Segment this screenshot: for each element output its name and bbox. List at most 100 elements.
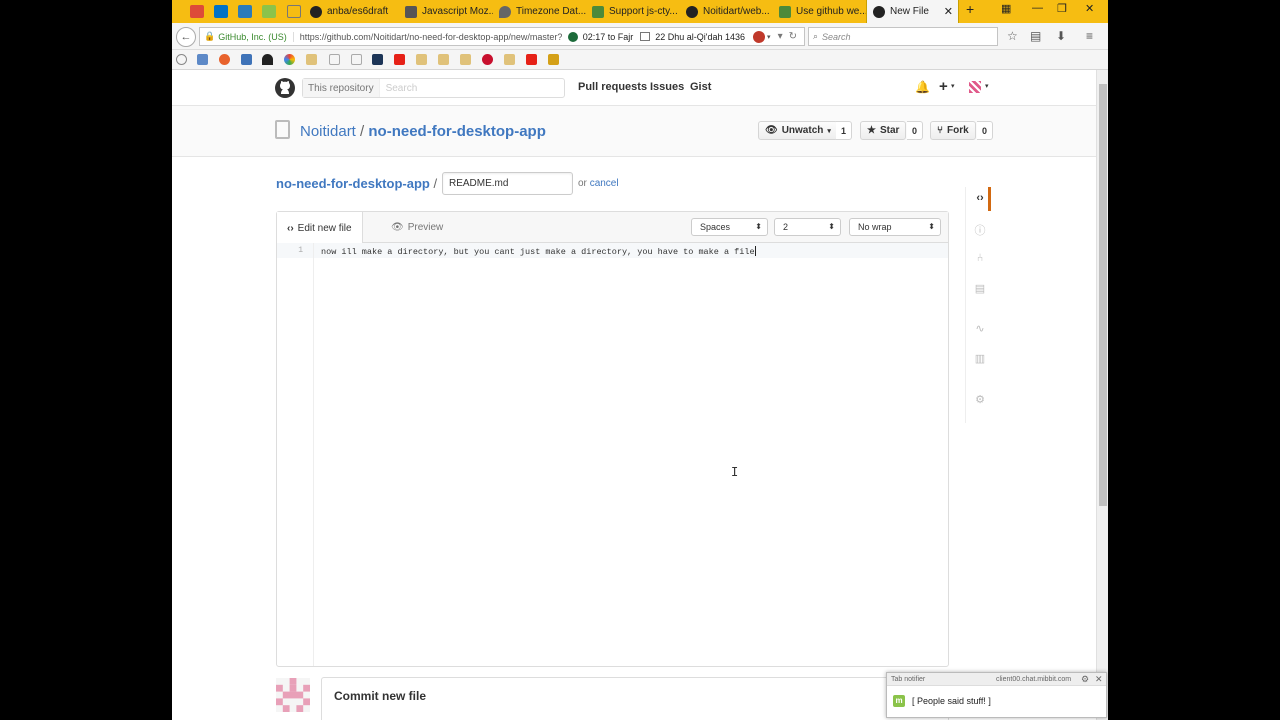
blank-pinned-tab[interactable] <box>287 5 301 18</box>
create-new-dropdown-icon[interactable]: ▾ <box>951 82 955 90</box>
github-page: This repository Search Pull requests Iss… <box>172 70 1096 720</box>
bookmark-reload-icon[interactable] <box>176 54 187 65</box>
tab-preview[interactable]: 👁 Preview <box>381 212 453 243</box>
new-tab-button[interactable]: + <box>966 1 974 17</box>
search-icon: ⌕ <box>813 31 819 41</box>
tab-timezone[interactable]: Timezone Dat... <box>499 0 587 23</box>
github-header: This repository Search Pull requests Iss… <box>172 70 1096 106</box>
filename-input[interactable]: README.md <box>442 172 573 195</box>
bookmark-star-icon[interactable]: ☆ <box>1007 29 1018 43</box>
calendar-pinned-tab[interactable] <box>238 5 252 18</box>
wiki-icon[interactable]: ▤ <box>973 282 987 295</box>
github-logo-icon[interactable] <box>275 78 295 98</box>
settings-gear-icon[interactable]: ⚙ <box>973 393 987 406</box>
code-icon[interactable]: ‹› <box>973 192 987 204</box>
close-tab-icon[interactable]: ✕ <box>944 5 953 18</box>
fork-count[interactable]: 0 <box>977 121 994 140</box>
minimize-icon[interactable]: — <box>1032 2 1043 14</box>
tab-use-github-web[interactable]: Use github we... <box>779 0 867 23</box>
notifications-bell-icon[interactable]: 🔔 <box>915 80 930 94</box>
menu-icon[interactable]: ≡ <box>1086 29 1093 43</box>
site-identity[interactable]: GitHub, Inc. (US) <box>218 31 294 42</box>
tab-es6draft[interactable]: anba/es6draft <box>310 0 398 23</box>
repository-header: Noitidart / no-need-for-desktop-app 👁 Un… <box>172 106 1096 157</box>
notifier-message-row[interactable]: m [ People said stuff! ] <box>887 686 1106 716</box>
blank-bookmark-icon[interactable] <box>351 54 362 65</box>
youtube-bookmark-icon[interactable] <box>526 54 537 65</box>
user-menu-dropdown-icon[interactable]: ▾ <box>985 82 989 90</box>
cancel-link[interactable]: cancel <box>590 178 619 189</box>
indent-mode-select[interactable]: Spaces ⬍ <box>691 218 768 236</box>
tab-javascript-moz[interactable]: Javascript Moz... <box>405 0 493 23</box>
adblock-dropdown-icon[interactable]: ▾ <box>767 33 771 41</box>
unwatch-button[interactable]: 👁 Unwatch ▾ <box>758 121 838 140</box>
wrap-mode-select[interactable]: No wrap ⬍ <box>849 218 941 236</box>
gmail-pinned-tab[interactable] <box>190 5 204 18</box>
chrome-bookmark-icon[interactable] <box>284 54 295 65</box>
close-window-icon[interactable]: ✕ <box>1085 2 1094 15</box>
outlook-pinned-tab[interactable] <box>214 5 228 18</box>
tab-noitidart-web[interactable]: Noitidart/web... <box>686 0 774 23</box>
code-line[interactable]: now ill make a directory, but you cant j… <box>321 246 756 257</box>
search-bar[interactable]: ⌕ Search <box>808 27 998 46</box>
repo-name-link[interactable]: no-need-for-desktop-app <box>368 123 546 140</box>
pull-request-icon[interactable]: ⑃ <box>973 252 987 264</box>
page-scrollbar[interactable] <box>1096 70 1108 720</box>
fork-button[interactable]: ⑂ Fork <box>930 121 976 140</box>
repo-search-field[interactable]: This repository Search <box>302 78 565 98</box>
youtube-bookmark-icon[interactable] <box>394 54 405 65</box>
bookmark-3-icon[interactable] <box>262 54 273 65</box>
adblock-icon[interactable] <box>753 30 766 43</box>
bookmark-8-icon[interactable] <box>460 54 471 65</box>
issues-icon[interactable]: ⓘ <box>973 222 987 238</box>
scrollbar-thumb[interactable] <box>1099 84 1107 506</box>
tab-edit-new-file[interactable]: ‹› Edit new file <box>277 212 363 244</box>
nav-issues[interactable]: Issues <box>650 81 684 93</box>
graphs-icon[interactable]: ▥ <box>973 352 987 365</box>
indent-size-select[interactable]: 2 ⬍ <box>774 218 841 236</box>
bookmark-2-icon[interactable] <box>241 54 252 65</box>
blank-bookmark-icon[interactable] <box>329 54 340 65</box>
star-count[interactable]: 0 <box>907 121 924 140</box>
select-arrows-icon: ⬍ <box>928 222 935 231</box>
bookmark-5-icon[interactable] <box>372 54 383 65</box>
bookmark-7-icon[interactable] <box>438 54 449 65</box>
breadcrumb-repo-link[interactable]: no-need-for-desktop-app <box>276 176 430 191</box>
tab-support-js-ctypes[interactable]: Support js-cty... <box>592 0 680 23</box>
bookmark-1-icon[interactable] <box>197 54 208 65</box>
url-bar[interactable]: 🔒 GitHub, Inc. (US) https://github.com/N… <box>199 27 805 46</box>
tab-notifier-popup[interactable]: Tab notifier client00.chat.mibbit.com ⚙ … <box>886 672 1107 718</box>
bookmark-10-icon[interactable] <box>504 54 515 65</box>
tab-groups-icon[interactable]: ▦ <box>1001 2 1011 15</box>
hijri-date[interactable]: 22 Dhu al-Qi'dah 1436 <box>655 32 745 42</box>
dropdown-arrow-icon[interactable]: ▾ <box>778 31 783 42</box>
bookmark-4-icon[interactable] <box>306 54 317 65</box>
nav-pull-requests[interactable]: Pull requests <box>578 81 647 93</box>
pulse-icon[interactable]: ∿ <box>973 322 987 335</box>
repo-owner-link[interactable]: Noitidart <box>300 123 356 140</box>
back-button[interactable]: ← <box>176 27 196 47</box>
search-input[interactable]: Search <box>380 83 418 94</box>
reading-list-icon[interactable]: ▤ <box>1030 29 1041 43</box>
downloads-icon[interactable]: ⬇ <box>1056 29 1066 43</box>
notifier-settings-icon[interactable]: ⚙ <box>1081 674 1089 685</box>
url-text[interactable]: https://github.com/Noitidart/no-need-for… <box>294 32 562 42</box>
watch-count[interactable]: 1 <box>836 121 853 140</box>
bookmark-9-icon[interactable] <box>482 54 493 65</box>
user-avatar[interactable] <box>969 81 981 93</box>
bookmark-11-icon[interactable] <box>548 54 559 65</box>
prayer-time[interactable]: 02:17 to Fajr <box>583 32 634 42</box>
mibbit-pinned-tab[interactable] <box>262 5 276 18</box>
firefox-bookmark-icon[interactable] <box>219 54 230 65</box>
notifier-close-icon[interactable]: ✕ <box>1095 674 1103 685</box>
star-button[interactable]: ★ Star <box>860 121 907 140</box>
create-new-plus-icon[interactable]: + <box>939 78 948 95</box>
reload-icon[interactable]: ↻ <box>789 31 797 42</box>
tab-new-file[interactable]: New File ✕ <box>866 0 959 23</box>
mosque-icon <box>567 31 578 42</box>
search-scope-label: This repository <box>303 79 380 97</box>
github-icon <box>310 5 322 18</box>
bookmark-6-icon[interactable] <box>416 54 427 65</box>
maximize-icon[interactable]: ❐ <box>1057 2 1067 15</box>
nav-gist[interactable]: Gist <box>690 81 711 93</box>
